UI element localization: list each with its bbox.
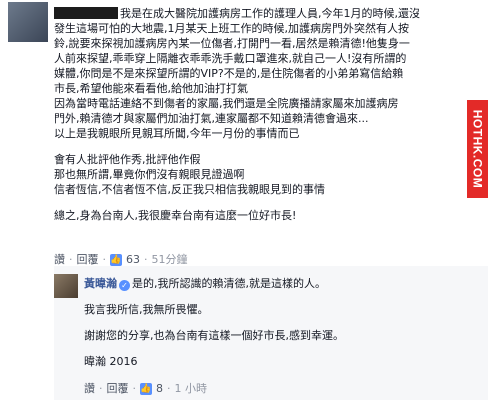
reply-link[interactable]: 回覆	[77, 253, 99, 267]
timestamp[interactable]: 51分鐘	[152, 253, 188, 267]
comment-line: 以上是我親眼所見親耳所聞,今年一月份的事情而已	[54, 127, 300, 140]
comment-line: 鈴,說要來探視加護病房內某一位傷者,打開門一看,居然是賴清德!他隻身一	[54, 37, 410, 50]
comment-line: 信者恆信,不信者恆不信,反正我只相信我親眼見到的事情	[54, 183, 325, 196]
separator: ·	[99, 382, 103, 395]
comment-line: 市長,希望他能來看看他,給他加油打打氣	[54, 82, 248, 95]
comment-line: 因為當時電話連絡不到傷者的家屬,我們還是全院廣播請家屬來加護病房	[54, 97, 399, 110]
reply-actions: 讚 · 回覆 · 👍 8 · 1 小時	[84, 382, 207, 396]
separator: ·	[132, 382, 137, 395]
comment-line: 那也無所謂,畢竟你們沒有親眼見證過啊	[54, 168, 245, 181]
replier-name[interactable]: 黃暐瀚	[84, 277, 117, 290]
separator: ·	[69, 253, 73, 266]
reply-signature: 暐瀚 2016	[84, 355, 138, 368]
separator: ·	[144, 253, 148, 266]
timestamp[interactable]: 1 小時	[175, 382, 208, 396]
comment-line: 人前來探望,乖乖穿上隔離衣乖乖洗手戴口罩進來,就自己一人!沒有所謂的	[54, 52, 407, 65]
site-watermark: HOTHK.COM	[467, 100, 488, 198]
comment-line: 會有人批評他作秀,批評他作假	[54, 153, 201, 166]
reply-body: 黃暐瀚 ✓ 是的,我所認識的賴清德,就是這樣的人。 我言我所信,我無所畏懼。 謝謝您…	[84, 276, 424, 369]
comment-line: 發生這場可怕的大地震,1月某天上班工作的時候,加護病房門外突然有人按	[54, 22, 409, 35]
commenter-avatar[interactable]	[8, 2, 48, 42]
comment-line: 門外,賴清德才與家屬們加油打氣,連家屬都不知道賴清德會過來...	[54, 112, 369, 125]
thumbs-up-icon[interactable]: 👍	[110, 254, 122, 266]
commenter-name-redacted[interactable]	[54, 7, 118, 19]
like-count[interactable]: 63	[126, 253, 140, 267]
reply-line: 黃暐瀚 ✓ 是的,我所認識的賴清德,就是這樣的人。	[84, 277, 326, 291]
reply-line: 謝謝您的分享,也為台南有這樣一個好市長,感到幸運。	[84, 329, 344, 342]
comment-actions: 讚 · 回覆 · 👍 63 · 51分鐘	[54, 253, 188, 267]
like-link[interactable]: 讚	[54, 253, 65, 267]
reply-link[interactable]: 回覆	[107, 382, 129, 396]
comment-line: 我是在成大醫院加護病房工作的護理人員,今年1月的時候,還沒	[54, 6, 458, 21]
comment-closing: 總之,身為台南人,我很慶幸台南有這麼一位好市長!	[54, 209, 297, 222]
comment: 我是在成大醫院加護病房工作的護理人員,今年1月的時候,還沒 發生這場可怕的大地震…	[54, 6, 458, 223]
separator: ·	[102, 253, 107, 266]
thumbs-up-icon[interactable]: 👍	[140, 383, 152, 395]
verified-badge-icon: ✓	[119, 280, 130, 291]
separator: ·	[167, 382, 171, 395]
replier-avatar[interactable]	[54, 274, 78, 298]
like-link[interactable]: 讚	[84, 382, 95, 396]
reply-comment: 黃暐瀚 ✓ 是的,我所認識的賴清德,就是這樣的人。 我言我所信,我無所畏懼。 謝謝您…	[54, 266, 488, 400]
watermark-text: HOTHK.COM	[470, 109, 485, 189]
reply-line: 我言我所信,我無所畏懼。	[84, 303, 209, 316]
comment-line: 媒體,你問是不是來探望所謂的VIP?不是的,是住院傷者的小弟弟寫信給賴	[54, 67, 404, 80]
like-count[interactable]: 8	[156, 382, 163, 396]
